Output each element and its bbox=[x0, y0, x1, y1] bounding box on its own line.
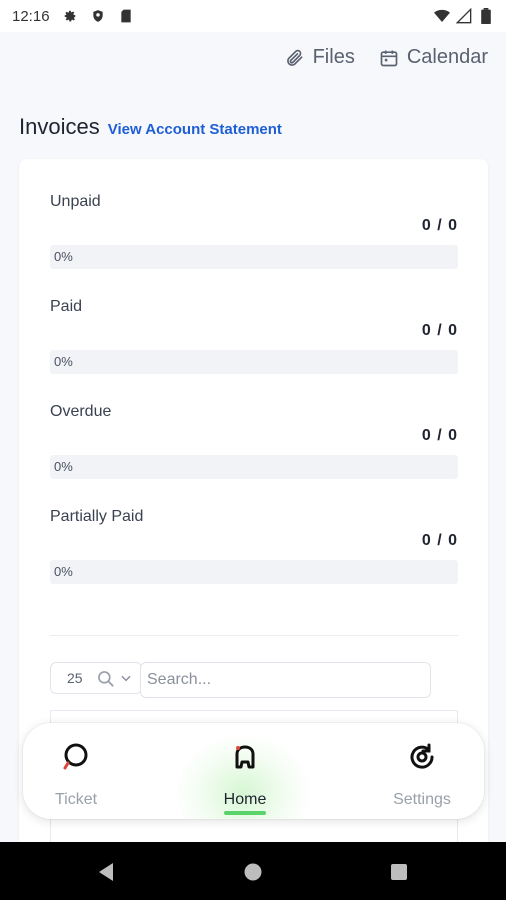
back-icon[interactable] bbox=[97, 862, 115, 887]
stat-overdue: Overdue 0 / 0 0% bbox=[50, 403, 458, 479]
battery-icon bbox=[478, 8, 494, 24]
settings-icon bbox=[62, 8, 78, 24]
home-icon bbox=[190, 741, 300, 777]
progress-bar: 0% bbox=[50, 245, 458, 269]
home-button-icon[interactable] bbox=[244, 863, 262, 886]
stat-label: Paid bbox=[50, 298, 83, 315]
chevron-down-icon bbox=[119, 671, 133, 688]
stat-count: 0 / 0 bbox=[421, 427, 458, 444]
stat-label: Overdue bbox=[50, 403, 112, 420]
active-indicator bbox=[224, 811, 266, 815]
nav-item-settings[interactable]: Settings bbox=[367, 741, 477, 809]
system-nav-bar bbox=[0, 842, 506, 900]
view-account-statement-link[interactable]: View Account Statement bbox=[108, 121, 282, 138]
settings-icon bbox=[367, 741, 477, 777]
progress-text: 0% bbox=[54, 564, 73, 579]
bottom-nav: Ticket Home Settings bbox=[23, 723, 484, 819]
invoices-header: Invoices View Account Statement bbox=[19, 114, 282, 140]
stat-partially-paid: Partially Paid 0 / 0 0% bbox=[50, 508, 458, 584]
stat-unpaid: Unpaid 0 / 0 0% bbox=[50, 193, 458, 269]
progress-text: 0% bbox=[54, 249, 73, 264]
sim-card-icon bbox=[118, 8, 134, 24]
page-size-value: 25 bbox=[67, 670, 83, 686]
nav-item-home[interactable]: Home bbox=[190, 741, 300, 809]
wifi-icon bbox=[434, 8, 450, 24]
divider bbox=[50, 635, 458, 636]
status-bar: 12:16 bbox=[0, 0, 506, 32]
files-label: Files bbox=[312, 46, 355, 68]
paperclip-icon bbox=[285, 47, 305, 69]
shield-icon bbox=[90, 8, 106, 24]
stat-paid: Paid 0 / 0 0% bbox=[50, 298, 458, 374]
search-icon bbox=[96, 669, 116, 694]
stat-label: Unpaid bbox=[50, 193, 101, 210]
files-link[interactable]: Files bbox=[285, 46, 355, 69]
nav-label: Home bbox=[223, 791, 267, 808]
recents-icon[interactable] bbox=[391, 864, 407, 885]
progress-bar: 0% bbox=[50, 455, 458, 479]
top-links: Files Calendar bbox=[285, 46, 488, 69]
page-title: Invoices bbox=[19, 114, 100, 139]
stat-count: 0 / 0 bbox=[421, 217, 458, 234]
nav-label: Ticket bbox=[54, 791, 98, 808]
cell-signal-icon bbox=[456, 8, 472, 24]
calendar-icon bbox=[379, 48, 399, 68]
progress-text: 0% bbox=[54, 354, 73, 369]
status-time: 12:16 bbox=[12, 7, 50, 25]
nav-item-ticket[interactable]: Ticket bbox=[23, 741, 131, 809]
stat-label: Partially Paid bbox=[50, 508, 144, 525]
stat-count: 0 / 0 bbox=[421, 322, 458, 339]
calendar-label: Calendar bbox=[406, 46, 488, 68]
progress-bar: 0% bbox=[50, 350, 458, 374]
progress-bar: 0% bbox=[50, 560, 458, 584]
search-input[interactable] bbox=[140, 662, 431, 698]
calendar-link[interactable]: Calendar bbox=[379, 46, 488, 69]
ticket-icon bbox=[23, 741, 131, 777]
nav-label: Settings bbox=[393, 791, 451, 808]
progress-text: 0% bbox=[54, 459, 73, 474]
table-controls: 25 bbox=[50, 662, 431, 698]
stat-count: 0 / 0 bbox=[421, 532, 458, 549]
